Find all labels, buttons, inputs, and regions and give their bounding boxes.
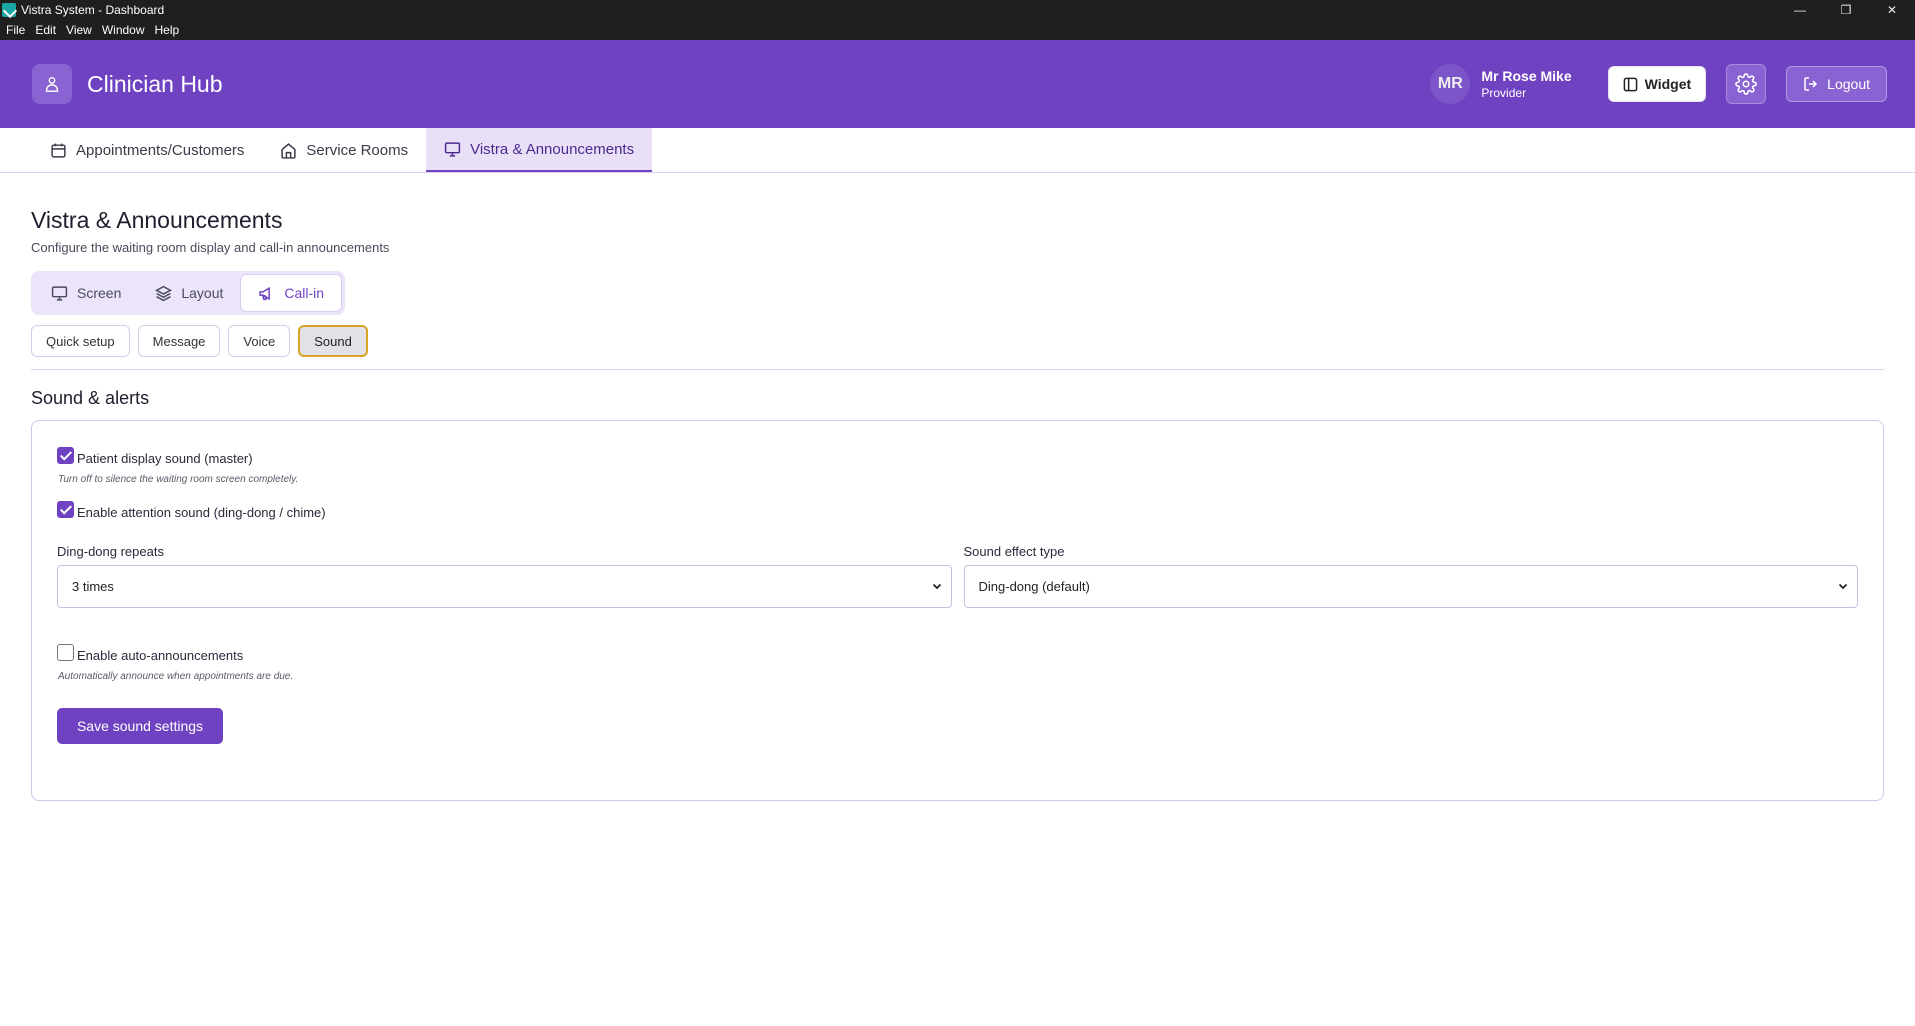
home-icon (281, 142, 297, 159)
tab-label: Appointments/Customers (76, 141, 245, 159)
tab-label: Vistra & Announcements (470, 140, 635, 158)
monitor-icon (444, 141, 461, 157)
divider (31, 369, 1884, 370)
segment-call-in[interactable]: Call-in (240, 274, 343, 312)
segment-label: Call-in (284, 285, 325, 301)
clinic-logo-icon (32, 64, 72, 104)
segment-label: Screen (77, 285, 122, 301)
subtab-quick-setup[interactable]: Quick setup (31, 325, 130, 357)
chevron-down-icon (932, 583, 941, 590)
master-sound-checkbox[interactable] (57, 447, 74, 464)
gear-icon (1735, 73, 1758, 95)
subtab-voice[interactable]: Voice (228, 325, 291, 357)
minimize-icon[interactable]: — (1777, 0, 1823, 19)
sub-tabs: Quick setup Message Voice Sound (31, 325, 1884, 357)
user-name: Mr Rose Mike (1481, 68, 1572, 84)
restore-icon[interactable]: ❐ (1823, 0, 1869, 19)
repeats-value: 3 times (72, 579, 114, 594)
tab-vistra-announcements[interactable]: Vistra & Announcements (426, 128, 653, 172)
segment-screen[interactable]: Screen (34, 274, 138, 312)
window-title: Vistra System - Dashboard (21, 2, 165, 17)
app-header: Clinician Hub MR Mr Rose Mike Provider W… (0, 40, 1915, 128)
widget-label: Widget (1644, 76, 1692, 92)
chevron-down-icon (1838, 583, 1848, 590)
panel-icon (1623, 77, 1637, 91)
avatar: MR (1430, 64, 1471, 104)
attention-sound-row: Enable attention sound (ding-dong / chim… (57, 499, 1858, 520)
tab-appointments[interactable]: Appointments/Customers (32, 128, 262, 172)
attention-sound-label: Enable attention sound (ding-dong / chim… (77, 505, 326, 520)
auto-announce-hint: Automatically announce when appointments… (58, 671, 294, 682)
sound-settings-card: Patient display sound (master) Turn off … (31, 420, 1884, 801)
menu-bar: File Edit View Window Help (0, 19, 1915, 40)
master-sound-row: Patient display sound (master) (57, 445, 1858, 466)
sound-fields: Ding-dong repeats 3 times Sound effect t… (57, 544, 1858, 608)
menu-file[interactable]: File (6, 23, 25, 37)
tab-label: Service Rooms (306, 141, 409, 159)
main-content: Vistra & Announcements Configure the wai… (0, 173, 1915, 801)
segment-layout[interactable]: Layout (138, 274, 240, 312)
repeats-select[interactable]: 3 times (57, 565, 952, 608)
app-icon (2, 2, 16, 17)
segment-control: Screen Layout Call-in (31, 271, 346, 315)
repeats-field: Ding-dong repeats 3 times (57, 544, 952, 608)
calendar-icon (51, 143, 66, 158)
user-role: Provider (1481, 86, 1527, 100)
settings-button[interactable] (1726, 64, 1767, 104)
megaphone-icon (259, 286, 271, 300)
repeats-label: Ding-dong repeats (57, 544, 164, 559)
window-titlebar: Vistra System - Dashboard — ❐ ✕ (0, 0, 1915, 19)
page-title: Vistra & Announcements (31, 207, 283, 233)
logout-icon (1804, 77, 1818, 91)
master-sound-hint: Turn off to silence the waiting room scr… (58, 474, 299, 485)
auto-announce-label: Enable auto-announcements (77, 648, 244, 663)
segment-label: Layout (181, 285, 224, 301)
window-controls: — ❐ ✕ (1777, 0, 1915, 19)
close-icon[interactable]: ✕ (1869, 0, 1915, 19)
tab-service-rooms[interactable]: Service Rooms (262, 128, 426, 172)
brand-title: Clinician Hub (87, 70, 223, 97)
logout-button[interactable]: Logout (1786, 66, 1887, 102)
attention-sound-checkbox[interactable] (57, 501, 74, 518)
page-subtitle: Configure the waiting room display and c… (31, 240, 390, 255)
effect-label: Sound effect type (963, 544, 1065, 559)
save-sound-settings-button[interactable]: Save sound settings (57, 708, 223, 744)
subtab-sound[interactable]: Sound (298, 325, 368, 357)
subtab-message[interactable]: Message (137, 325, 221, 357)
section-title: Sound & alerts (31, 388, 150, 408)
auto-announce-row: Enable auto-announcements (57, 642, 1858, 663)
auto-announce-checkbox[interactable] (57, 644, 74, 661)
monitor-icon (51, 285, 68, 301)
effect-field: Sound effect type Ding-dong (default) (963, 544, 1858, 608)
main-tabs: Appointments/Customers Service Rooms Vis… (0, 128, 1915, 173)
logout-label: Logout (1827, 76, 1870, 92)
effect-value: Ding-dong (default) (978, 579, 1090, 594)
widget-button[interactable]: Widget (1607, 66, 1707, 102)
menu-edit[interactable]: Edit (35, 23, 56, 37)
effect-select[interactable]: Ding-dong (default) (963, 565, 1858, 608)
menu-window[interactable]: Window (102, 23, 145, 37)
menu-help[interactable]: Help (155, 23, 180, 37)
user-info: Mr Rose Mike Provider (1481, 68, 1571, 100)
layers-icon (155, 285, 173, 301)
master-sound-label: Patient display sound (master) (77, 451, 253, 466)
menu-view[interactable]: View (66, 23, 92, 37)
